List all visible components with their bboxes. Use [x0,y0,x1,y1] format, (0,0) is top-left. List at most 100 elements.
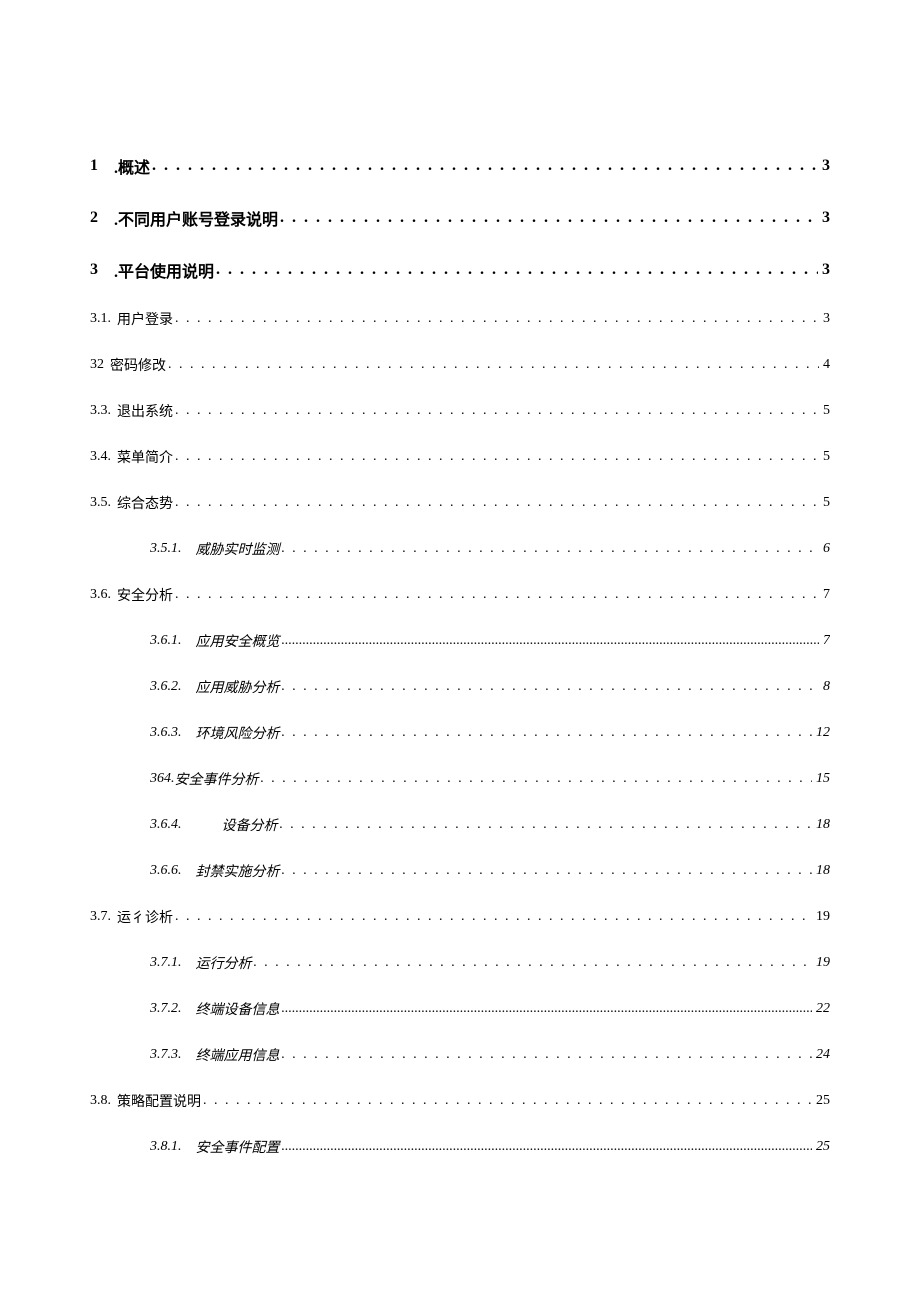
toc-number: 3.1. [90,311,117,327]
toc-title: 应用威胁分析 [196,677,282,697]
toc-leader [175,909,812,925]
toc-page-number: 24 [812,1047,830,1063]
toc-entry[interactable]: 3.1.用户登录3 [90,296,830,342]
toc-leader [280,817,813,833]
toc-title: 威胁实时监测 [196,539,282,559]
toc-title: 终端设备信息 [196,999,282,1019]
toc-entry[interactable]: 3.平台使用说明3 [90,244,830,296]
toc-leader [175,495,819,511]
toc-entry[interactable]: 3.6.4.设备分析 18 [90,802,830,848]
toc-number: 3.5.1. [150,541,196,557]
toc-entry[interactable]: 3.3.退出系统 5 [90,388,830,434]
toc-leader [203,1093,812,1109]
toc-title: 安全事件分析 [175,769,261,789]
toc-page-number: 5 [819,449,830,465]
toc-title: .概述 [114,154,152,178]
toc-leader [282,1001,813,1017]
toc-leader [282,863,813,879]
toc-number: 3.7. [90,909,117,925]
toc-number: 3.5. [90,495,117,511]
toc-page-number: 3 [818,261,830,279]
toc-page-number: 18 [812,863,830,879]
toc-page-number: 5 [819,495,830,511]
toc-title: 安全分析 [117,585,175,605]
toc-page-number: 18 [812,817,830,833]
toc-entry[interactable]: 3.6.2.应用威胁分析8 [90,664,830,710]
toc-entry[interactable]: 3.6.安全分析 7 [90,572,830,618]
toc-entry[interactable]: 3.6.6.封禁实施分析 18 [90,848,830,894]
toc-leader [175,449,819,465]
toc-number: 3.8.1. [150,1139,196,1155]
toc-title: 退出系统 [117,401,175,421]
toc-entry[interactable]: 3.7.3.终端应用信息 24 [90,1032,830,1078]
toc-number: 3.6.6. [150,863,196,879]
toc-title: 设备分析 [222,815,280,835]
toc-page-number: 22 [812,1001,830,1017]
toc-entry[interactable]: 364.安全事件分析 15 [90,756,830,802]
toc-leader [282,633,820,649]
toc-title: .平台使用说明 [114,258,216,282]
toc-entry[interactable]: 3.7.2.终端设备信息 22 [90,986,830,1032]
toc-number: 3.7.3. [150,1047,196,1063]
toc-entry[interactable]: 2.不同用户账号登录说明3 [90,192,830,244]
toc-entry[interactable]: 3.8.策略配置说明25 [90,1078,830,1124]
toc-title: 菜单简介 [117,447,175,467]
toc-title: 安全事件配置 [196,1137,282,1157]
toc-number: 364. [150,771,175,787]
toc-number: 3.7.1. [150,955,196,971]
toc-title: 应用安全概览 [196,631,282,651]
toc-number: 3.6. [90,587,117,603]
toc-entry[interactable]: 3.6.3.环境风险分析12 [90,710,830,756]
toc-title: 封禁实施分析 [196,861,282,881]
toc-title: 运彳诊析 [117,907,175,927]
toc-number: 3.4. [90,449,117,465]
toc-page-number: 19 [812,955,830,971]
toc-page-number: 4 [819,357,830,373]
toc-title: 用户登录 [117,309,175,329]
toc-page: 1.概述32.不同用户账号登录说明33.平台使用说明33.1.用户登录332密码… [0,0,920,1301]
toc-title: 密码修改 [110,355,168,375]
toc-entry[interactable]: 3.5.综合态势 5 [90,480,830,526]
toc-page-number: 19 [812,909,830,925]
toc-entry[interactable]: 3.5.1.威胁实时监测 6 [90,526,830,572]
toc-leader [254,955,813,971]
toc-entry[interactable]: 3.4.菜单简介 5 [90,434,830,480]
toc-page-number: 3 [818,157,830,175]
toc-leader [216,261,818,279]
toc-leader [280,209,818,227]
toc-entry[interactable]: 3.7.1.运行分析 19 [90,940,830,986]
toc-page-number: 8 [819,679,830,695]
toc-leader [282,1139,813,1155]
toc-number: 1 [90,157,114,175]
toc-page-number: 25 [812,1139,830,1155]
toc-page-number: 12 [812,725,830,741]
toc-number: 3.6.4. [150,817,222,833]
toc-entry[interactable]: 32密码修改 4 [90,342,830,388]
toc-page-number: 7 [819,633,830,649]
toc-page-number: 3 [818,209,830,227]
toc-leader [261,771,813,787]
toc-title: 终端应用信息 [196,1045,282,1065]
toc-entry[interactable]: 3.7.运彳诊析 19 [90,894,830,940]
toc-leader [282,679,820,695]
toc-leader [282,1047,813,1063]
toc-title: 运行分析 [196,953,254,973]
toc-page-number: 15 [812,771,830,787]
toc-leader [175,587,819,603]
toc-entry[interactable]: 3.8.1.安全事件配置 25 [90,1124,830,1170]
table-of-contents: 1.概述32.不同用户账号登录说明33.平台使用说明33.1.用户登录332密码… [90,140,830,1170]
toc-number: 2 [90,209,114,227]
toc-number: 3.3. [90,403,117,419]
toc-entry[interactable]: 3.6.1.应用安全概览7 [90,618,830,664]
toc-number: 3.8. [90,1093,117,1109]
toc-page-number: 5 [819,403,830,419]
toc-number: 3.7.2. [150,1001,196,1017]
toc-page-number: 7 [819,587,830,603]
toc-leader [282,725,813,741]
toc-leader [282,541,820,557]
toc-leader [152,157,818,175]
toc-entry[interactable]: 1.概述 3 [90,140,830,192]
toc-number: 32 [90,357,110,373]
toc-title: 综合态势 [117,493,175,513]
toc-page-number: 6 [819,541,830,557]
